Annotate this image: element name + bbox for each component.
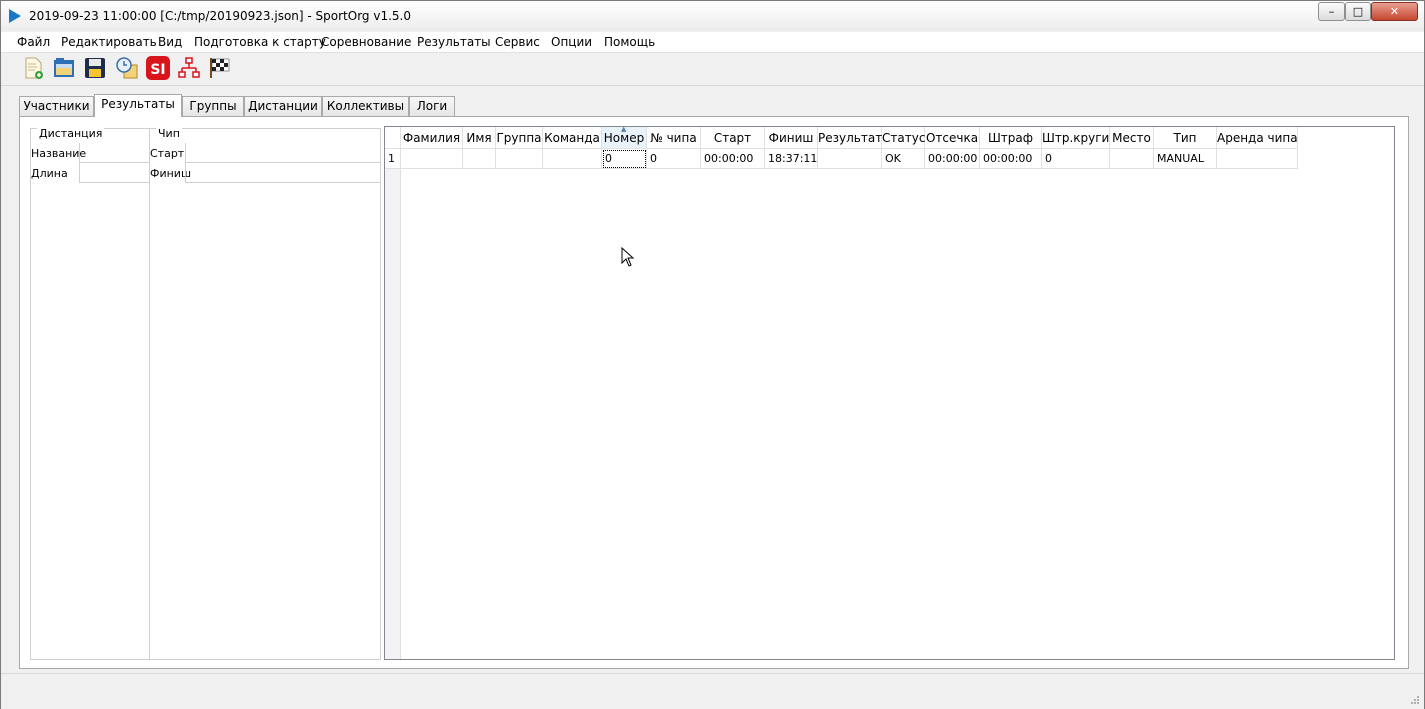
- table-cell[interactable]: [818, 149, 882, 169]
- tab-distances[interactable]: Дистанции: [244, 96, 322, 116]
- table-cell[interactable]: [401, 149, 463, 169]
- column-header-place[interactable]: Место: [1110, 127, 1154, 149]
- chip-start-field[interactable]: [185, 143, 380, 163]
- sort-ascending-icon: ▲: [621, 125, 627, 133]
- title-bar[interactable]: 2019-09-23 11:00:00 [C:/tmp/20190923.jso…: [1, 1, 1424, 31]
- table-cell[interactable]: 00:00:00: [925, 149, 980, 169]
- column-header-penalty[interactable]: Штраф: [980, 127, 1042, 149]
- save-icon[interactable]: [83, 56, 107, 80]
- menu-results[interactable]: Результаты: [417, 35, 491, 49]
- chip-group: Чип Старт Финиш: [149, 127, 381, 660]
- column-header-surname[interactable]: Фамилия: [401, 127, 463, 149]
- table-cell-selected[interactable]: 0: [602, 149, 647, 169]
- table-cell[interactable]: MANUAL: [1154, 149, 1217, 169]
- tab-groups[interactable]: Группы: [182, 96, 244, 116]
- distance-length-field[interactable]: [79, 163, 149, 183]
- menu-competition[interactable]: Соревнование: [321, 35, 411, 49]
- column-header-bib[interactable]: ▲ Номер: [602, 125, 647, 149]
- column-header-start[interactable]: Старт: [701, 127, 765, 149]
- chip-start-label: Старт: [150, 147, 185, 160]
- table-cell[interactable]: 00:00:00: [701, 149, 765, 169]
- column-header-split[interactable]: Отсечка: [925, 127, 980, 149]
- table-cell[interactable]: [543, 149, 602, 169]
- column-header-chip-rent[interactable]: Аренда чипа: [1217, 127, 1298, 149]
- toolbar: SI: [1, 53, 1424, 86]
- close-button[interactable]: ✕: [1371, 2, 1418, 21]
- app-window: 2019-09-23 11:00:00 [C:/tmp/20190923.jso…: [0, 0, 1425, 709]
- chip-finish-field[interactable]: [185, 163, 380, 183]
- menu-service[interactable]: Сервис: [495, 35, 540, 49]
- column-header-chip-number[interactable]: № чипа: [647, 127, 701, 149]
- menu-help[interactable]: Помощь: [604, 35, 655, 49]
- tab-results[interactable]: Результаты: [94, 94, 182, 117]
- resize-grip-icon[interactable]: [1410, 695, 1420, 705]
- chip-group-title: Чип: [156, 127, 182, 140]
- distance-name-field[interactable]: [79, 143, 149, 163]
- row-header-gutter: [385, 169, 401, 659]
- column-header-name[interactable]: Имя: [463, 127, 496, 149]
- column-header-finish[interactable]: Финиш: [765, 127, 818, 149]
- menu-preparation[interactable]: Подготовка к старту: [194, 35, 326, 49]
- maximize-button[interactable]: □: [1345, 2, 1371, 21]
- tab-participants[interactable]: Участники: [19, 96, 94, 116]
- table-cell[interactable]: [1110, 149, 1154, 169]
- checkered-flag-icon[interactable]: [208, 56, 232, 80]
- menu-bar: Файл Редактировать Вид Подготовка к стар…: [1, 32, 1424, 53]
- table-cell[interactable]: [496, 149, 543, 169]
- table-cell[interactable]: 0: [647, 149, 701, 169]
- result-details-panel: Дистанция Название Длина Чип Старт Финиш: [30, 127, 381, 660]
- window-title: 2019-09-23 11:00:00 [C:/tmp/20190923.jso…: [29, 9, 411, 23]
- table-cell[interactable]: 00:00:00: [980, 149, 1042, 169]
- si-label: SI: [150, 62, 165, 78]
- results-table[interactable]: Фамилия Имя Группа Команда ▲ Номер № чип…: [384, 125, 1395, 660]
- column-header-bib-label: Номер: [603, 131, 645, 145]
- row-header[interactable]: 1: [385, 149, 401, 169]
- table-cell[interactable]: [1217, 149, 1298, 169]
- menu-edit[interactable]: Редактировать: [61, 35, 157, 49]
- distance-length-label: Длина: [31, 167, 68, 180]
- menu-file[interactable]: Файл: [17, 35, 50, 49]
- mouse-cursor-icon: [621, 247, 635, 267]
- distance-name-label: Название: [31, 147, 87, 160]
- column-header-type[interactable]: Тип: [1154, 127, 1217, 149]
- table-cell[interactable]: 18:37:11: [765, 149, 818, 169]
- network-icon[interactable]: [177, 56, 201, 80]
- new-file-icon[interactable]: [21, 56, 45, 80]
- tab-logs[interactable]: Логи: [409, 96, 455, 116]
- app-logo-icon: [9, 9, 21, 23]
- distance-group-title: Дистанция: [37, 127, 105, 140]
- table-corner[interactable]: [385, 127, 401, 149]
- tab-teams[interactable]: Коллективы: [322, 96, 409, 116]
- column-header-result[interactable]: Результат: [818, 127, 882, 149]
- status-bar: [1, 673, 1424, 709]
- column-header-team[interactable]: Команда: [543, 127, 602, 149]
- column-header-status[interactable]: Статус: [882, 127, 925, 149]
- open-folder-icon[interactable]: [52, 56, 76, 80]
- table-cell[interactable]: OK: [882, 149, 925, 169]
- clock-icon[interactable]: [115, 56, 139, 80]
- table-cell[interactable]: [463, 149, 496, 169]
- distance-group: Дистанция Название Длина: [30, 127, 150, 660]
- menu-options[interactable]: Опции: [551, 35, 592, 49]
- column-header-group[interactable]: Группа: [496, 127, 543, 149]
- table-cell[interactable]: 0: [1042, 149, 1110, 169]
- si-reader-icon[interactable]: SI: [146, 56, 170, 80]
- menu-view[interactable]: Вид: [158, 35, 182, 49]
- minimize-button[interactable]: –: [1318, 2, 1345, 21]
- column-header-penalty-laps[interactable]: Штр.круги: [1042, 127, 1110, 149]
